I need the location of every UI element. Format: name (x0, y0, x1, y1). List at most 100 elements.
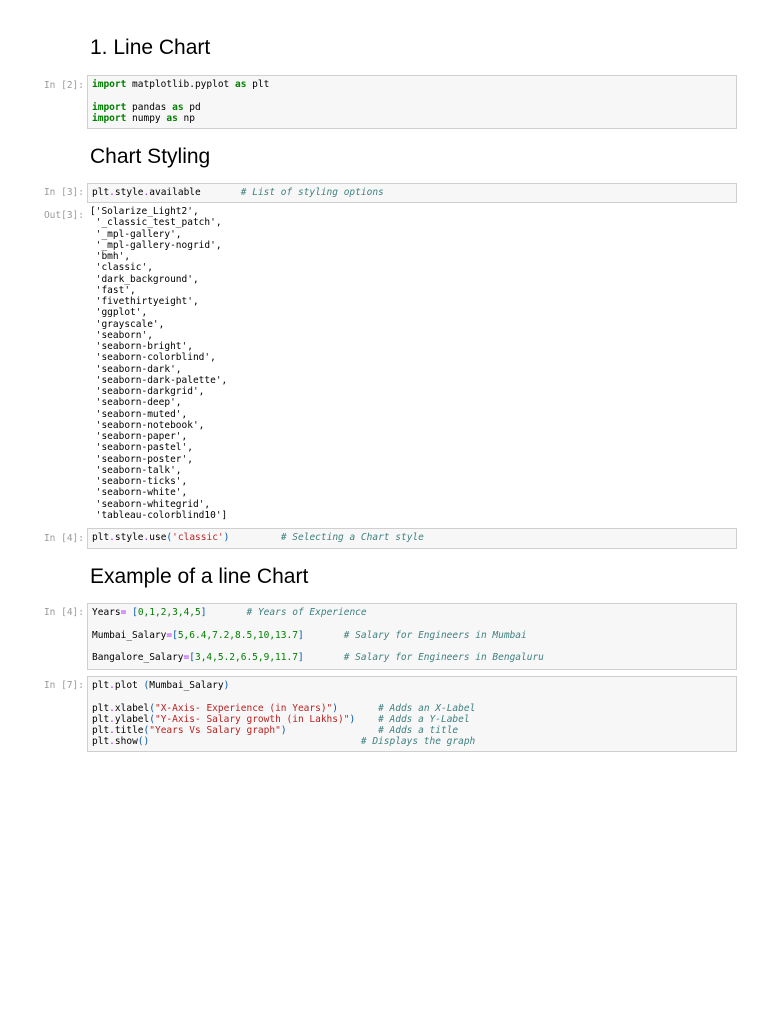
output-line: 'dark_background', (90, 273, 199, 285)
code-line: plt.ylabel("Y-Axis- Salary growth (in La… (92, 714, 732, 725)
output-line: 'seaborn', (90, 329, 153, 341)
code-token: import (92, 112, 127, 124)
code-token: "Y-Axis- Salary growth (in Lakhs)" (154, 713, 350, 725)
output-line: 'bmh', (90, 251, 131, 262)
output-line: '_mpl-gallery-nogrid', (90, 239, 222, 251)
output-line: 'seaborn-bright', (90, 341, 193, 352)
code-token: plt (92, 713, 110, 725)
code-line: Mumbai_Salary=[5,6.4,7.2,8.5,10,13.7] # … (92, 630, 732, 641)
cell-prompt: In [7]: (43, 680, 84, 691)
code-token: use (149, 532, 167, 543)
code-token: plt (92, 736, 110, 748)
code-token: # List of styling options (240, 187, 384, 198)
code-cell-plot[interactable]: plt.plot (Mumbai_Salary) plt.xlabel("X-Ax… (87, 676, 737, 752)
cell-prompt: In [4]: (43, 533, 84, 544)
code-cell-imports[interactable]: import matplotlib.pyplot as plt import pa… (87, 75, 737, 129)
code-token: as (166, 112, 178, 124)
code-token: 3,4,5.2,6.5,9,11.7 (194, 652, 298, 664)
code-token: available (149, 187, 241, 198)
code-token: # Displays the graph (360, 736, 476, 748)
code-token: plot (114, 680, 144, 691)
code-token: pd (183, 101, 201, 113)
output-line: 'classic', (90, 262, 153, 274)
heading-example: Example of a line Chart (90, 565, 309, 588)
output-line: 'seaborn-darkgrid', (90, 386, 205, 397)
code-token: import (92, 79, 127, 90)
output-prompt: Out[3]: (43, 210, 84, 221)
output-style-list: ['Solarize_Light2', '_classic_test_patch… (90, 206, 227, 521)
output-line: 'seaborn-deep', (90, 397, 182, 409)
code-token: ylabel (114, 713, 150, 725)
code-token: plt (92, 702, 110, 714)
code-token: import (92, 101, 127, 113)
code-token: # Selecting a Chart style (280, 532, 424, 543)
code-line: plt.show() # Displays the graph (92, 736, 732, 747)
code-line: import numpy as np (92, 113, 732, 124)
cell-prompt: In [2]: (43, 80, 84, 91)
output-line: 'fast', (90, 284, 136, 296)
code-token: # Adds an X-Label (378, 702, 476, 714)
cell-prompt: In [4]: (43, 607, 84, 618)
code-cell-style-use[interactable]: plt.style.use('classic') # Selecting a C… (87, 528, 737, 549)
code-token: plt (92, 725, 110, 737)
output-line: 'seaborn-dark', (90, 363, 182, 375)
output-line: 'seaborn-whitegrid', (90, 498, 211, 510)
code-token: 'classic' (172, 532, 224, 543)
output-line: 'seaborn-notebook', (90, 419, 205, 431)
heading-chart-styling: Chart Styling (90, 145, 211, 168)
code-line: plt.plot (Mumbai_Salary) (92, 680, 732, 691)
code-token: ) (223, 680, 230, 691)
output-line: '_classic_test_patch', (90, 217, 222, 229)
code-token: "Years Vs Salary graph" (149, 725, 281, 737)
code-token: numpy (126, 112, 167, 124)
code-line: Bangalore_Salary=[3,4,5.2,6.5,9,11.7] # … (92, 652, 732, 663)
code-token: matplotlib.pyplot (126, 79, 235, 90)
heading-line-chart: 1. Line Chart (90, 36, 211, 59)
code-token: as (172, 101, 184, 113)
code-token: Mumbai_Salary (92, 629, 167, 641)
code-cell-data[interactable]: Years= [0,1,2,3,4,5] # Years of Experien… (87, 603, 737, 670)
code-token: as (235, 79, 247, 90)
code-line: plt.style.available # List of styling op… (92, 187, 732, 198)
output-line: 'seaborn-pastel', (90, 442, 193, 454)
code-token: style (114, 187, 144, 198)
code-token: np (177, 112, 195, 124)
code-cell-style-available[interactable]: plt.style.available # List of styling op… (87, 183, 737, 203)
code-token: 5,6.4,7.2,8.5,10,13.7 (177, 629, 298, 641)
output-line: 'seaborn-muted', (90, 408, 188, 420)
code-token: style (114, 532, 144, 543)
output-line: 'seaborn-talk', (90, 464, 182, 476)
code-token: plt (92, 680, 110, 691)
code-token: # Salary for Engineers in Bengaluru (343, 652, 544, 664)
code-token: 0,1,2,3,4,5 (137, 607, 201, 618)
code-line: plt.style.use('classic') # Selecting a C… (92, 532, 732, 543)
code-token: Bangalore_Salary (92, 652, 184, 664)
output-line: 'tableau-colorblind10'] (90, 509, 228, 521)
code-token: plt (246, 79, 270, 90)
output-line: '_mpl-gallery', (90, 228, 182, 240)
code-token: # Adds a Y-Label (378, 713, 470, 725)
code-token: () (137, 736, 150, 748)
output-line: 'fivethirtyeight', (90, 296, 199, 307)
output-line: 'seaborn-paper', (90, 431, 188, 442)
code-line: import matplotlib.pyplot as plt (92, 79, 732, 90)
cell-prompt: In [3]: (43, 187, 84, 198)
output-line: ['Solarize_Light2', (90, 206, 199, 217)
code-line: import pandas as pd (92, 102, 732, 113)
code-token: pandas (126, 101, 173, 113)
code-line: plt.title("Years Vs Salary graph") # Add… (92, 725, 732, 736)
code-token: # Adds a title (378, 725, 459, 737)
code-token: Years (92, 607, 121, 618)
